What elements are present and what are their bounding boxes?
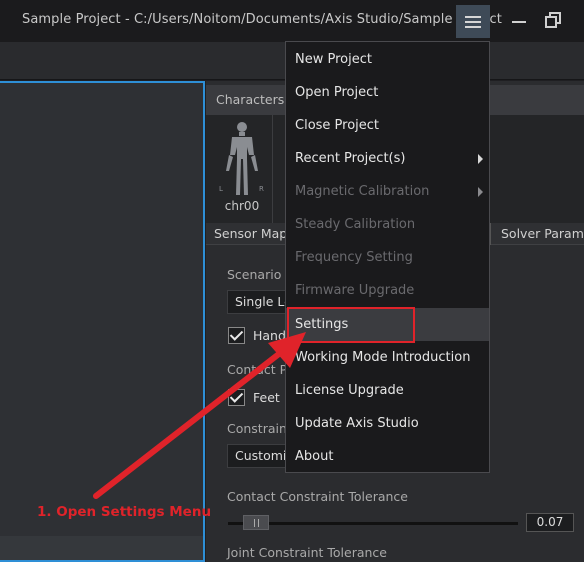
window-title: Sample Project - C:/Users/Noitom/Documen… [22, 12, 502, 27]
contact-tolerance-label: Contact Constraint Tolerance [227, 489, 408, 504]
character-name: chr00 [224, 199, 260, 213]
settings-highlight-box [287, 307, 415, 343]
tab-solver-parameters[interactable]: Solver Parame [490, 223, 584, 245]
hamburger-icon[interactable] [456, 5, 490, 38]
humanoid-figure-icon: L R [219, 122, 264, 195]
joint-tolerance-label: Joint Constraint Tolerance [227, 545, 387, 560]
scenario-label: Scenario [227, 267, 282, 282]
character-card[interactable]: L R chr00 [212, 115, 272, 223]
menu-item-close-project[interactable]: Close Project [286, 109, 489, 142]
menu-item-open-project[interactable]: Open Project [286, 76, 489, 109]
restore-icon[interactable] [545, 12, 561, 28]
menu-item-new-project[interactable]: New Project [286, 43, 489, 76]
menu-item-firmware-upgrade: Firmware Upgrade [295, 283, 415, 298]
contact-tolerance-slider-handle[interactable] [243, 515, 269, 530]
menu-item-frequency-setting: Frequency Setting [295, 250, 413, 265]
annotation-text: 1. Open Settings Menu [37, 504, 212, 520]
hand-checkbox-label: Hand [253, 328, 286, 343]
feet-checkbox-label: Feet [253, 390, 280, 405]
menu-item-working-mode-introduction[interactable]: Working Mode Introduction [286, 341, 489, 374]
characters-header-label: Characters [216, 92, 285, 107]
svg-text:L: L [219, 185, 223, 193]
contact-tolerance-input[interactable]: 0.07 [526, 513, 574, 532]
divider [272, 115, 273, 223]
constraint-label: Constraint [227, 421, 292, 436]
menu-item-license-upgrade[interactable]: License Upgrade [286, 374, 489, 407]
menu-item-update-axis-studio[interactable]: Update Axis Studio [286, 407, 489, 440]
hand-checkbox[interactable] [228, 327, 245, 344]
menu-item-steady-calibration: Steady Calibration [295, 217, 416, 232]
menu-item-about[interactable]: About [286, 440, 489, 473]
submenu-arrow-icon [478, 187, 483, 197]
tab-sensor-map[interactable]: Sensor Map [214, 226, 287, 241]
menu-item-recent-projects[interactable]: Recent Project(s) [286, 142, 489, 175]
submenu-arrow-icon [478, 154, 483, 164]
3d-viewport[interactable] [0, 81, 205, 562]
contact-tolerance-slider-track[interactable] [228, 522, 518, 525]
svg-text:R: R [259, 185, 264, 193]
menu-item-magnetic-calibration: Magnetic Calibration [286, 175, 489, 208]
title-bar: Sample Project - C:/Users/Noitom/Documen… [0, 0, 584, 42]
main-menu: New Project Open Project Close Project R… [285, 41, 490, 473]
minimize-icon[interactable] [512, 21, 526, 23]
feet-checkbox[interactable] [228, 389, 245, 406]
